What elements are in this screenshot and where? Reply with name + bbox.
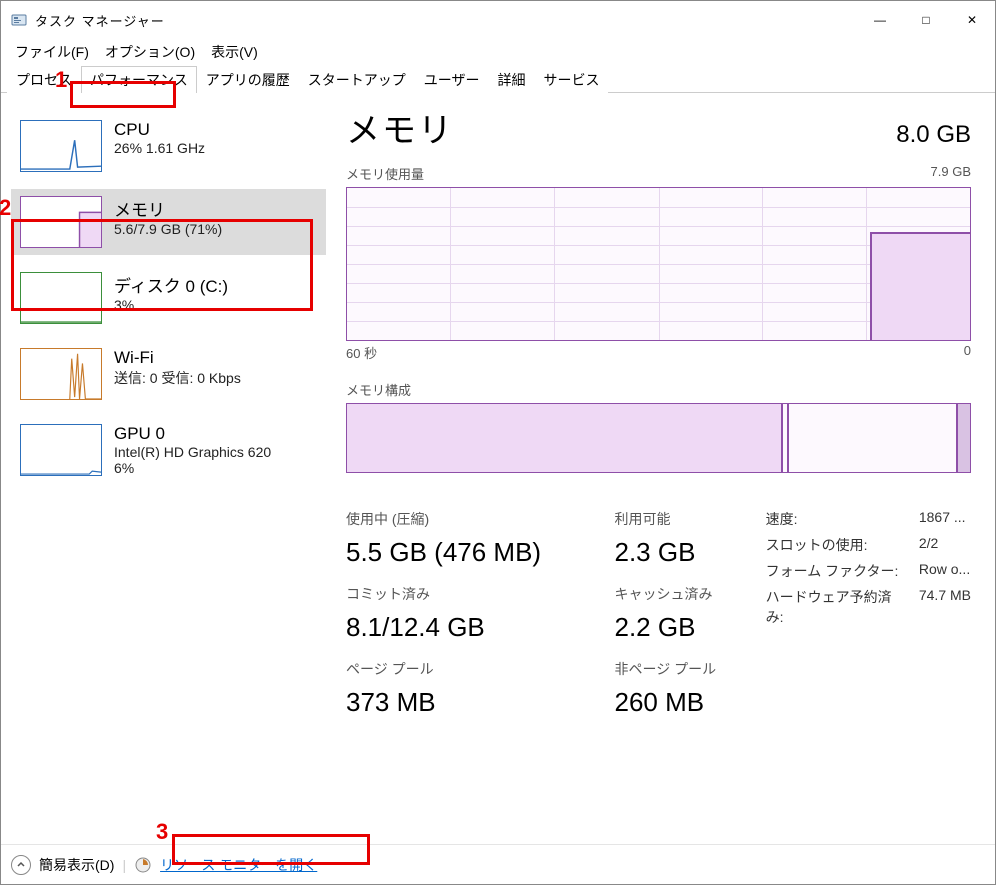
gpu-sub2: 6% bbox=[114, 460, 271, 476]
tab-history[interactable]: アプリの履歴 bbox=[197, 66, 299, 93]
resmon-icon bbox=[134, 856, 152, 874]
form-label: フォーム ファクター: bbox=[766, 561, 905, 581]
wifi-sub: 送信: 0 受信: 0 Kbps bbox=[114, 368, 241, 388]
axis-right: 0 bbox=[964, 343, 971, 362]
open-resource-monitor-link[interactable]: リソース モニターを開く bbox=[160, 855, 317, 875]
app-icon bbox=[11, 12, 27, 28]
tab-services[interactable]: サービス bbox=[534, 66, 608, 93]
cpu-thumb bbox=[20, 120, 102, 172]
gpu-sub: Intel(R) HD Graphics 620 bbox=[114, 444, 271, 460]
usage-max: 7.9 GB bbox=[931, 164, 971, 183]
paged-value: 373 MB bbox=[346, 687, 590, 718]
titlebar: タスク マネージャー — □ ✕ bbox=[1, 1, 995, 39]
speed-value: 1867 ... bbox=[919, 509, 971, 529]
inuse-label: 使用中 (圧縮) bbox=[346, 509, 590, 529]
gpu-name: GPU 0 bbox=[114, 424, 271, 444]
usage-label: メモリ使用量 bbox=[346, 164, 424, 183]
tab-details[interactable]: 詳細 bbox=[488, 66, 534, 93]
tab-performance[interactable]: パフォーマンス bbox=[81, 66, 197, 93]
fewer-details-icon[interactable] bbox=[11, 855, 31, 875]
cpu-name: CPU bbox=[114, 120, 205, 140]
close-button[interactable]: ✕ bbox=[949, 4, 995, 36]
main-total: 8.0 GB bbox=[896, 121, 971, 149]
sidebar: CPU 26% 1.61 GHz メモリ 5.6/7.9 GB (71%) bbox=[1, 93, 336, 844]
main-header: メモリ 8.0 GB bbox=[346, 103, 971, 152]
slots-label: スロットの使用: bbox=[766, 535, 905, 555]
memory-usage-chart bbox=[346, 187, 971, 341]
window-title: タスク マネージャー bbox=[35, 11, 857, 30]
footer-separator: | bbox=[122, 857, 126, 873]
cached-label: キャッシュ済み bbox=[614, 584, 741, 604]
sidebar-item-memory[interactable]: メモリ 5.6/7.9 GB (71%) bbox=[11, 189, 326, 255]
menu-options[interactable]: オプション(O) bbox=[99, 40, 201, 64]
slots-value: 2/2 bbox=[919, 535, 971, 555]
memory-composition-bar bbox=[346, 403, 971, 473]
disk-thumb bbox=[20, 272, 102, 324]
disk-sub: 3% bbox=[114, 297, 228, 313]
sidebar-item-wifi[interactable]: Wi-Fi 送信: 0 受信: 0 Kbps bbox=[11, 341, 326, 407]
footer: 簡易表示(D) | リソース モニターを開く bbox=[1, 844, 995, 884]
avail-label: 利用可能 bbox=[614, 509, 741, 529]
memory-name: メモリ bbox=[114, 196, 222, 221]
nonpaged-value: 260 MB bbox=[614, 687, 741, 718]
hw-label: ハードウェア予約済み: bbox=[766, 587, 905, 627]
main-title: メモリ bbox=[346, 103, 454, 152]
tab-startup[interactable]: スタートアップ bbox=[299, 66, 415, 93]
avail-value: 2.3 GB bbox=[614, 537, 741, 568]
tab-processes[interactable]: プロセス bbox=[7, 66, 81, 93]
memory-thumb bbox=[20, 196, 102, 248]
cached-value: 2.2 GB bbox=[614, 612, 741, 643]
minimize-button[interactable]: — bbox=[857, 4, 903, 36]
cpu-sub: 26% 1.61 GHz bbox=[114, 140, 205, 156]
tab-users[interactable]: ユーザー bbox=[415, 66, 489, 93]
body: CPU 26% 1.61 GHz メモリ 5.6/7.9 GB (71%) bbox=[1, 93, 995, 844]
menu-file[interactable]: ファイル(F) bbox=[9, 40, 95, 64]
axis-left: 60 秒 bbox=[346, 343, 377, 362]
sidebar-item-disk[interactable]: ディスク 0 (C:) 3% bbox=[11, 265, 326, 331]
inuse-value: 5.5 GB (476 MB) bbox=[346, 537, 590, 568]
commit-value: 8.1/12.4 GB bbox=[346, 612, 590, 643]
form-value: Row o... bbox=[919, 561, 971, 581]
speed-label: 速度: bbox=[766, 509, 905, 529]
task-manager-window: タスク マネージャー — □ ✕ ファイル(F) オプション(O) 表示(V) … bbox=[0, 0, 996, 885]
gpu-thumb bbox=[20, 424, 102, 476]
memory-sub: 5.6/7.9 GB (71%) bbox=[114, 221, 222, 237]
paged-label: ページ プール bbox=[346, 659, 590, 679]
composition-label: メモリ構成 bbox=[346, 380, 411, 399]
menubar: ファイル(F) オプション(O) 表示(V) bbox=[1, 39, 995, 65]
nonpaged-label: 非ページ プール bbox=[614, 659, 741, 679]
kv-block: 速度: 1867 ... スロットの使用: 2/2 フォーム ファクター: Ro… bbox=[766, 509, 971, 627]
tabstrip: プロセス パフォーマンス アプリの履歴 スタートアップ ユーザー 詳細 サービス bbox=[1, 65, 995, 93]
sidebar-item-gpu[interactable]: GPU 0 Intel(R) HD Graphics 620 6% bbox=[11, 417, 326, 483]
stats: 使用中 (圧縮) 5.5 GB (476 MB) コミット済み 8.1/12.4… bbox=[346, 509, 971, 718]
disk-name: ディスク 0 (C:) bbox=[114, 272, 228, 297]
commit-label: コミット済み bbox=[346, 584, 590, 604]
maximize-button[interactable]: □ bbox=[903, 4, 949, 36]
wifi-thumb bbox=[20, 348, 102, 400]
fewer-details-button[interactable]: 簡易表示(D) bbox=[39, 855, 114, 875]
wifi-name: Wi-Fi bbox=[114, 348, 241, 368]
menu-view[interactable]: 表示(V) bbox=[205, 40, 264, 64]
sidebar-item-cpu[interactable]: CPU 26% 1.61 GHz bbox=[11, 113, 326, 179]
main-pane: メモリ 8.0 GB メモリ使用量 7.9 GB bbox=[336, 93, 995, 844]
hw-value: 74.7 MB bbox=[919, 587, 971, 627]
